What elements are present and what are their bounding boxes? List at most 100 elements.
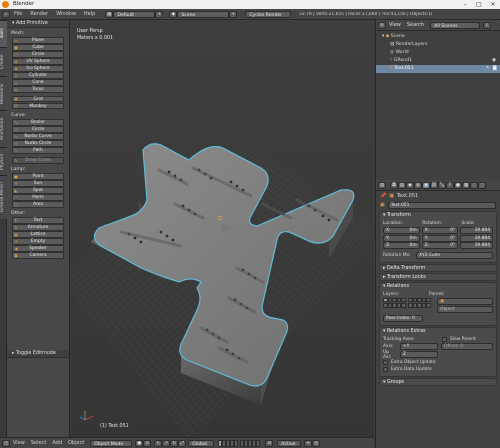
add-torus-button[interactable]: ◎ Torus	[12, 86, 64, 93]
lock-camera-icon[interactable]: ⊡	[265, 439, 274, 447]
layer-toggle[interactable]	[426, 297, 431, 303]
manipulator-icon[interactable]: ↖	[154, 439, 163, 447]
restrict-render-icon[interactable]: ◙	[493, 65, 497, 73]
layer-toggle[interactable]	[426, 303, 431, 308]
layer-toggle[interactable]	[401, 297, 406, 303]
proportional-icon[interactable]: ◎	[312, 439, 321, 447]
outliner-item-world[interactable]: ◍ World	[376, 49, 500, 57]
location-field[interactable]: Y: 0m	[383, 234, 420, 242]
menu-window[interactable]: Window	[52, 9, 80, 20]
translate-icon[interactable]: ↗	[162, 439, 171, 447]
add-text-button[interactable]: F Text	[12, 217, 64, 224]
tab-physics[interactable]: Physics	[0, 147, 7, 175]
pass-index-field[interactable]: Pass Index: 0	[383, 314, 423, 322]
shading-solid-icon[interactable]: ●	[135, 439, 144, 447]
parent-field[interactable]: ▣	[437, 297, 493, 305]
add-monkey-button[interactable]: ☺ Monkey	[12, 102, 64, 109]
transform-panel-header[interactable]: ▾ Transform	[380, 212, 496, 220]
add-cylinder-button[interactable]: ▯ Cylinder	[12, 72, 64, 79]
scene-layer-button[interactable]	[234, 439, 239, 447]
rotation-field[interactable]: Z: 0°	[421, 242, 459, 250]
snap-icon[interactable]: ⌖	[304, 439, 313, 447]
parent-type-dropdown[interactable]: Object	[437, 305, 493, 313]
relations-extras-panel-header[interactable]: ▾ Relations Extras	[380, 328, 496, 336]
object-layers-grid[interactable]	[383, 297, 433, 309]
add-area-button[interactable]: ▢ Area	[12, 201, 64, 208]
add-cube-button[interactable]: ▣ Cube	[12, 44, 64, 51]
render-tab-icon[interactable]: ◘	[390, 181, 398, 189]
add-cone-button[interactable]: △ Cone	[12, 79, 64, 86]
outliner-filter-dropdown[interactable]: All Scenes	[430, 21, 481, 29]
track-axis-dropdown[interactable]: +Y	[400, 343, 438, 350]
layer-active-dropdown[interactable]: Active	[277, 439, 302, 447]
menu-help[interactable]: Help	[80, 9, 99, 20]
menu-render[interactable]: Render	[26, 9, 52, 20]
layout-dropdown[interactable]: Default	[113, 10, 156, 18]
add-uv-sphere-button[interactable]: ◍ UV Sphere	[12, 58, 64, 65]
tab-relations[interactable]: Relations	[0, 76, 7, 110]
outliner-search-icon[interactable]: ⌕	[483, 21, 492, 29]
menu-object[interactable]: Object	[65, 438, 87, 448]
particles-tab-icon[interactable]: ∴	[470, 181, 478, 189]
constraints-tab-icon[interactable]: ⛓	[430, 181, 438, 189]
add-primitive-panel-header[interactable]: ▾ Add Primitive	[7, 20, 69, 28]
add-draw-curve-button[interactable]: ✎ Draw Curve	[12, 157, 64, 164]
render-layers-tab-icon[interactable]: ▤	[398, 181, 406, 189]
object-name-field[interactable]: Text.051	[387, 201, 496, 209]
rotation-mode-dropdown[interactable]: XYZ Euler	[416, 251, 493, 259]
add-circle-button[interactable]: ○ Circle	[12, 51, 64, 58]
tab-animation[interactable]: Animation	[0, 110, 7, 147]
add-plane-button[interactable]: ▭ Plane	[12, 37, 64, 44]
rotation-field[interactable]: Y: 0°	[421, 234, 459, 242]
menu-file[interactable]: File	[10, 9, 26, 20]
tab-grease-pencil[interactable]: Grease Pencil	[0, 175, 7, 219]
maximize-icon[interactable]: □	[472, 0, 486, 9]
relations-panel-header[interactable]: ▾ Relations	[380, 283, 496, 291]
scene-icon[interactable]: ◆	[169, 10, 178, 18]
outliner-item-scene[interactable]: ▾ ◆ Scene	[376, 33, 500, 41]
rotate-icon[interactable]: ↻	[170, 439, 179, 447]
outliner-menu-view[interactable]: View	[386, 22, 404, 28]
add-nurbs-circle-button[interactable]: ○ Nurbs Circle	[12, 140, 64, 147]
location-field[interactable]: Z: 0m	[383, 242, 420, 250]
add-spot-button[interactable]: ◣ Spot	[12, 187, 64, 194]
outliner-menu-search[interactable]: Search	[404, 22, 427, 28]
modifiers-tab-icon[interactable]: 🔧	[438, 181, 446, 189]
scale-icon[interactable]: ⤢	[178, 439, 187, 447]
properties-editor-icon[interactable]: ▤	[378, 181, 386, 189]
layer-toggle[interactable]	[401, 303, 406, 308]
editor-type-3d-icon[interactable]: ◫	[2, 439, 10, 447]
menu-select[interactable]: Select	[28, 438, 49, 448]
menu-add[interactable]: Add	[49, 438, 65, 448]
physics-tab-icon[interactable]: ◌	[478, 181, 486, 189]
scene-dropdown[interactable]: Scene	[177, 10, 230, 18]
close-icon[interactable]: ✕	[486, 0, 500, 9]
layer-buttons[interactable]	[218, 439, 262, 447]
add-sun-button[interactable]: ☀ Sun	[12, 180, 64, 187]
outliner-item-grend1[interactable]: ▿ GRend1 ◉	[376, 57, 500, 65]
outliner-item-renderlayers[interactable]: ▤ RenderLayers	[376, 41, 500, 49]
restrict-select-icon[interactable]: ↖	[486, 65, 490, 73]
mode-dropdown[interactable]: Object Mode	[90, 439, 133, 447]
tab-create[interactable]: Create	[0, 47, 7, 76]
add-empty-button[interactable]: ✛ Empty	[12, 238, 64, 245]
visibility-eye-icon[interactable]: ◉	[492, 57, 496, 65]
layout-add-icon[interactable]: +	[155, 10, 164, 18]
add-speaker-button[interactable]: ◀ Speaker	[12, 245, 64, 252]
add-circle-button[interactable]: ○ Circle	[12, 126, 64, 133]
scene-layer-button[interactable]	[256, 439, 261, 447]
tab-tools[interactable]: Tools	[0, 20, 7, 47]
outliner-editor-icon[interactable]: ≡	[378, 21, 386, 29]
render-engine-dropdown[interactable]: Cycles Render	[245, 10, 292, 18]
transform-locks-panel-header[interactable]: ▸ Transform Locks	[379, 272, 497, 281]
slow-parent-checkbox[interactable]	[442, 336, 447, 342]
add-nurbs-curve-button[interactable]: ∿ Nurbs Curve	[12, 133, 64, 140]
groups-panel-header[interactable]: ▾ Groups	[379, 377, 497, 386]
3d-viewport[interactable]	[71, 20, 374, 437]
toggle-editmode-panel-header[interactable]: ▸ Toggle Editmode	[7, 350, 69, 358]
menu-view[interactable]: View	[10, 438, 28, 448]
scale-field[interactable]: 39.884	[460, 242, 493, 250]
add-path-button[interactable]: ⌇ Path	[12, 147, 64, 154]
info-editor-type-icon[interactable]: i	[2, 10, 10, 18]
scene-tab-icon[interactable]: ◆	[406, 181, 414, 189]
